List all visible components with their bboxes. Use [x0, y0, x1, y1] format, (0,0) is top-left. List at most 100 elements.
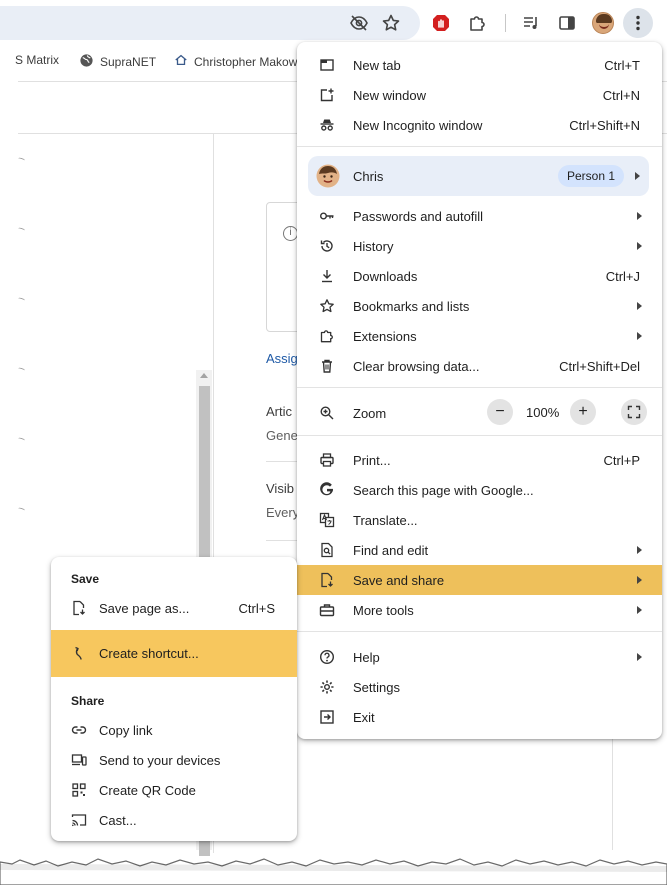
menu-item-label: Find and edit — [353, 543, 429, 558]
menu-item-clear-data[interactable]: Clear browsing data... Ctrl+Shift+Del — [297, 351, 662, 381]
submenu-item-label: Cast... — [99, 813, 137, 828]
menu-item-new-tab[interactable]: New tab Ctrl+T — [297, 50, 662, 80]
menu-item-incognito[interactable]: New Incognito window Ctrl+Shift+N — [297, 110, 662, 140]
menu-item-save-share[interactable]: Save and share — [297, 565, 662, 595]
edge-mark — [17, 366, 26, 373]
menu-item-label: Print... — [353, 453, 391, 468]
home-icon — [174, 53, 188, 70]
menu-item-passwords[interactable]: Passwords and autofill — [297, 201, 662, 231]
submenu-item-cast[interactable]: Cast... — [51, 805, 297, 835]
submenu-item-copy-link[interactable]: Copy link — [51, 715, 297, 745]
menu-item-label: Extensions — [353, 329, 417, 344]
bookmark-item[interactable]: SupraNET — [79, 53, 156, 71]
qr-code-icon — [71, 782, 87, 798]
chevron-right-icon — [637, 212, 642, 220]
side-panel-icon[interactable] — [553, 9, 581, 37]
menu-item-shortcut: Ctrl+Shift+Del — [559, 359, 640, 374]
bookmark-item[interactable]: S Matrix — [15, 53, 59, 67]
menu-item-exit[interactable]: Exit — [297, 702, 662, 732]
incognito-icon — [319, 117, 335, 133]
globe-icon — [79, 53, 94, 71]
star-icon — [319, 298, 335, 314]
cast-icon — [71, 812, 87, 828]
menu-item-shortcut: Ctrl+J — [605, 269, 640, 284]
menu-item-shortcut: Ctrl+Shift+N — [569, 118, 640, 133]
menu-item-shortcut: Ctrl+N — [602, 88, 640, 103]
submenu-item-label: Create shortcut... — [99, 646, 199, 661]
menu-item-downloads[interactable]: Downloads Ctrl+J — [297, 261, 662, 291]
submenu-item-qr-code[interactable]: Create QR Code — [51, 775, 297, 805]
google-icon — [319, 482, 335, 498]
edge-mark — [17, 156, 26, 163]
profile-badge: Person 1 — [558, 165, 625, 187]
menu-separator — [297, 146, 662, 147]
bookmark-label: SupraNET — [100, 55, 157, 69]
exit-icon — [319, 709, 335, 725]
profile-avatar[interactable] — [589, 9, 617, 37]
menu-separator — [297, 631, 662, 632]
menu-item-find-edit[interactable]: Find and edit — [297, 535, 662, 565]
menu-item-settings[interactable]: Settings — [297, 672, 662, 702]
star-icon[interactable] — [377, 9, 405, 37]
menu-item-label: New Incognito window — [353, 118, 483, 133]
submenu-item-save-page[interactable]: Save page as... Ctrl+S — [51, 593, 297, 623]
menu-item-history[interactable]: History — [297, 231, 662, 261]
assign-link[interactable]: Assig — [266, 351, 298, 366]
save-share-submenu: Save Save page as... Ctrl+S Create short… — [51, 557, 297, 841]
find-page-icon — [319, 542, 335, 558]
profile-row[interactable]: Chris Person 1 — [308, 156, 649, 196]
submenu-item-create-shortcut[interactable]: Create shortcut... — [51, 630, 297, 677]
submenu-item-shortcut: Ctrl+S — [238, 601, 275, 616]
menu-item-translate[interactable]: Translate... — [297, 505, 662, 535]
menu-item-shortcut: Ctrl+T — [604, 58, 640, 73]
edge-mark — [17, 436, 26, 443]
chevron-right-icon — [637, 576, 642, 584]
download-icon — [319, 268, 335, 284]
zoom-out-button[interactable]: − — [487, 399, 513, 425]
bookmark-item[interactable]: Christopher Makow — [174, 53, 297, 70]
profile-avatar — [316, 164, 340, 188]
menu-item-extensions[interactable]: Extensions — [297, 321, 662, 351]
menu-item-bookmarks[interactable]: Bookmarks and lists — [297, 291, 662, 321]
menu-separator — [297, 435, 662, 436]
save-page-icon — [71, 600, 87, 616]
scroll-up-icon[interactable] — [200, 373, 208, 378]
menu-item-label: Help — [353, 650, 380, 665]
media-queue-icon[interactable] — [517, 9, 545, 37]
menu-item-label: New window — [353, 88, 426, 103]
menu-item-help[interactable]: Help — [297, 642, 662, 672]
bookmark-label: Christopher Makow — [194, 54, 298, 69]
menu-separator — [297, 387, 662, 388]
menu-item-label: Save and share — [353, 573, 445, 588]
gear-icon — [319, 679, 335, 695]
menu-item-label: Settings — [353, 680, 400, 695]
toolbar-divider — [505, 14, 506, 32]
menu-item-new-window[interactable]: New window Ctrl+N — [297, 80, 662, 110]
translate-icon — [319, 512, 335, 528]
eye-off-icon[interactable] — [345, 9, 373, 37]
puzzle-icon[interactable] — [463, 9, 491, 37]
browser-toolbar — [0, 0, 667, 46]
chevron-right-icon — [637, 653, 642, 661]
help-icon — [319, 649, 335, 665]
submenu-heading-share: Share — [71, 694, 105, 708]
menu-item-print[interactable]: Print... Ctrl+P — [297, 445, 662, 475]
zoom-in-button[interactable]: + — [570, 399, 596, 425]
menu-item-label: More tools — [353, 603, 414, 618]
fullscreen-icon[interactable] — [621, 399, 647, 425]
menu-item-search-google[interactable]: Search this page with Google... — [297, 475, 662, 505]
menu-item-label: New tab — [353, 58, 401, 73]
submenu-item-label: Save page as... — [99, 601, 190, 616]
profile-name: Chris — [353, 169, 384, 184]
kebab-menu-icon[interactable] — [623, 8, 653, 38]
save-share-icon — [319, 572, 335, 588]
menu-item-more-tools[interactable]: More tools — [297, 595, 662, 625]
menu-item-label: Downloads — [353, 269, 418, 284]
section-value: Every — [266, 505, 300, 520]
menu-item-label: History — [353, 239, 394, 254]
chevron-right-icon — [637, 242, 642, 250]
info-icon: i — [283, 226, 298, 241]
submenu-heading-save: Save — [71, 572, 100, 586]
red-extension-icon[interactable] — [427, 9, 455, 37]
submenu-item-send-devices[interactable]: Send to your devices — [51, 745, 297, 775]
